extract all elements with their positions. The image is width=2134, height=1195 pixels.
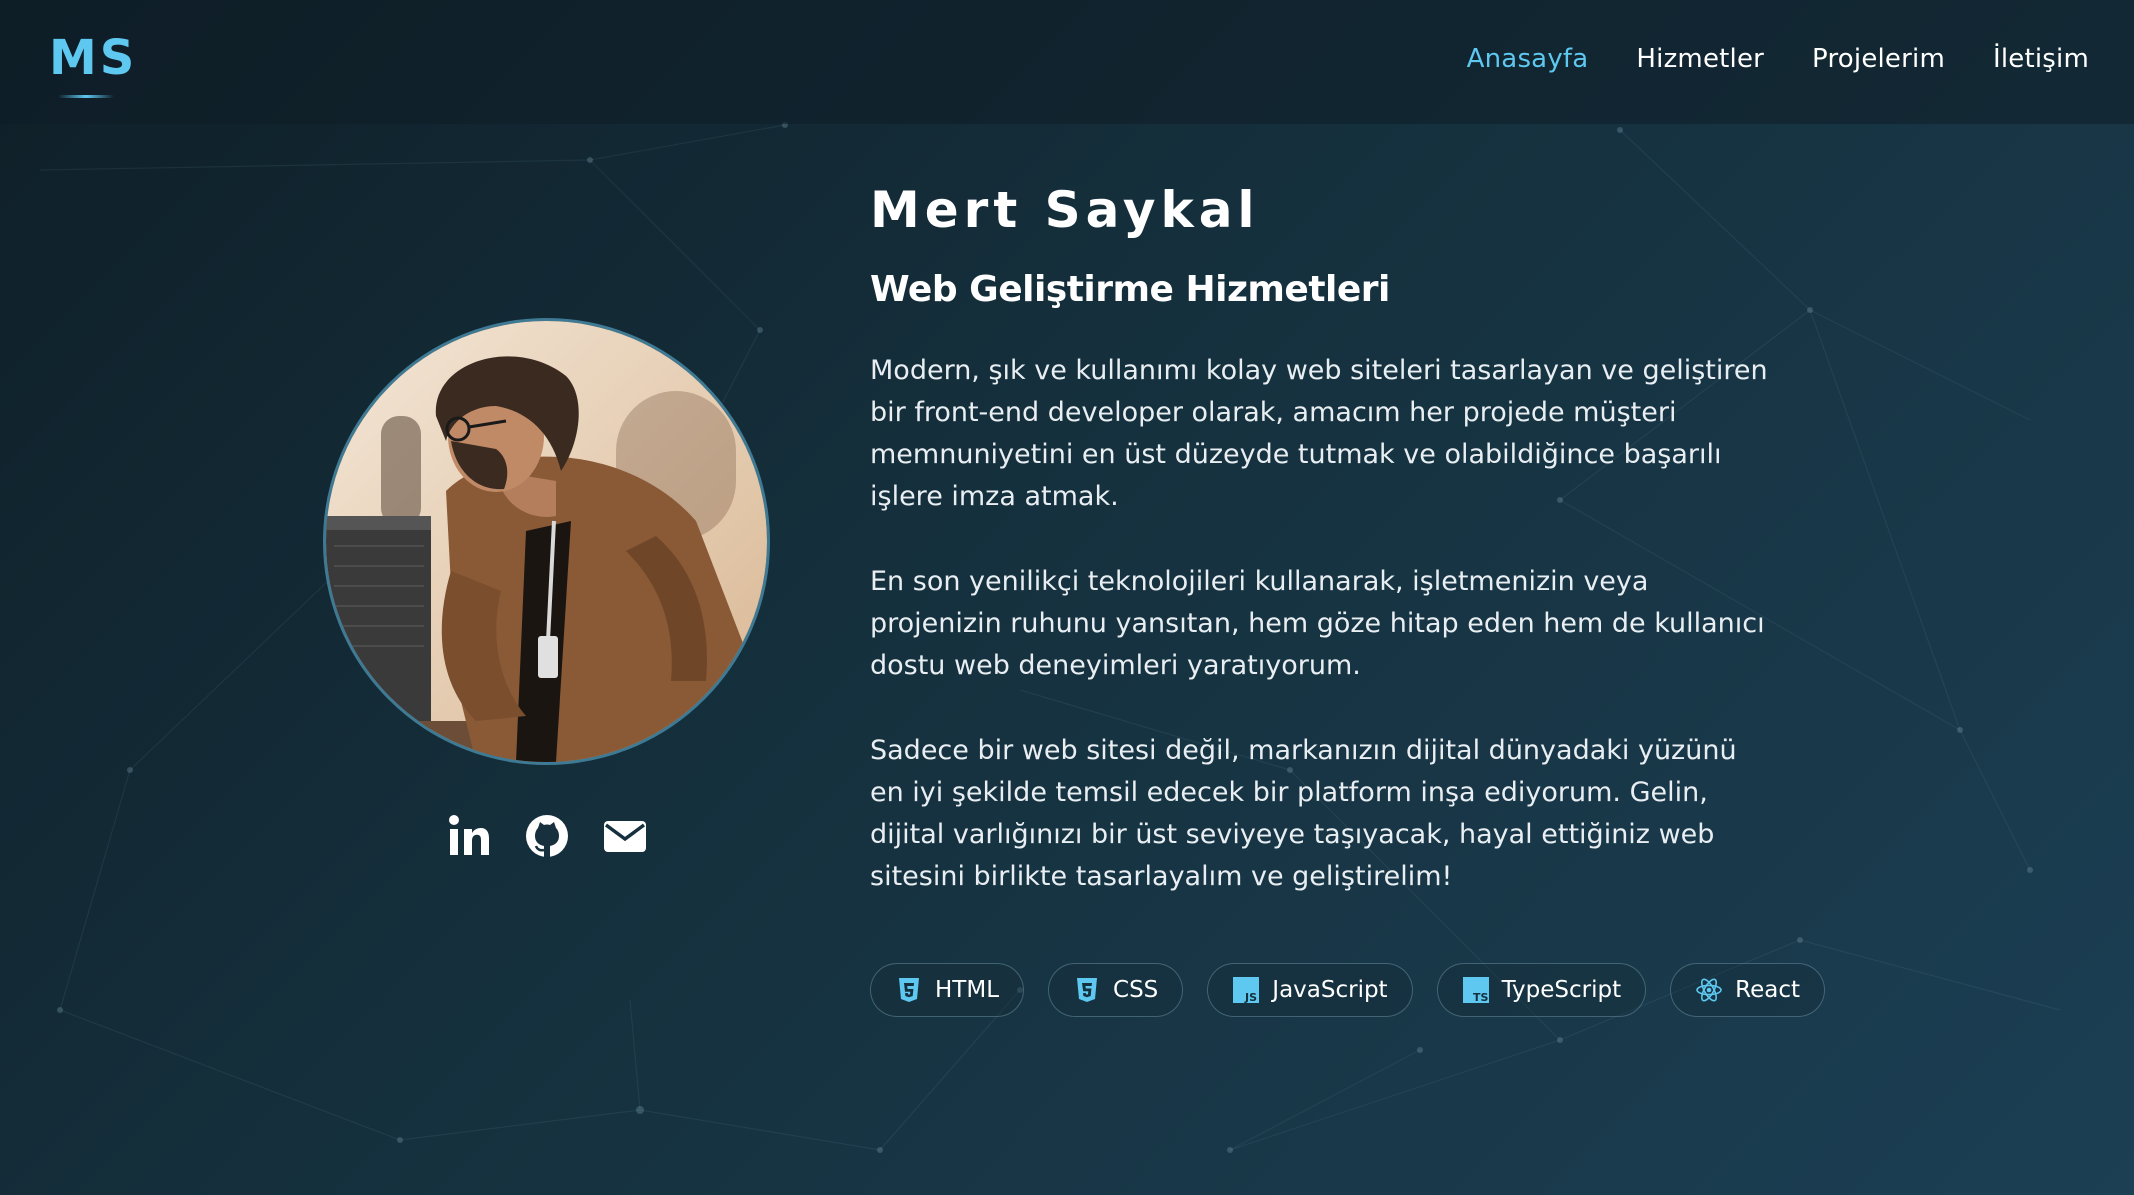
navbar: MS Anasayfa Hizmetler Projelerim İletişi… — [0, 0, 2134, 124]
skill-label-javascript: JavaScript — [1272, 977, 1388, 1003]
javascript-icon: JS — [1233, 977, 1260, 1004]
site-logo[interactable]: MS — [49, 30, 137, 86]
nav-link-projelerim[interactable]: Projelerim — [1812, 44, 1945, 74]
mail-icon[interactable] — [603, 814, 647, 858]
skill-label-react: React — [1735, 977, 1800, 1003]
logo-underline — [58, 95, 114, 98]
main-nav: Anasayfa Hizmetler Projelerim İletişim — [1467, 44, 2089, 74]
hero-paragraph-3: Sadece bir web sitesi değil, markanızın … — [870, 735, 1737, 892]
linkedin-icon[interactable] — [447, 814, 491, 858]
nav-link-anasayfa[interactable]: Anasayfa — [1467, 44, 1589, 74]
hero-content: Mert Saykal Web Geliştirme Hizmetleri Mo… — [870, 180, 1800, 898]
nav-link-hizmetler[interactable]: Hizmetler — [1636, 44, 1764, 74]
skill-label-css: CSS — [1113, 977, 1159, 1003]
hero-paragraph-1: Modern, şık ve kullanımı kolay web sitel… — [870, 355, 1768, 512]
html5-icon — [899, 978, 919, 1002]
skill-label-typescript: TypeScript — [1501, 977, 1622, 1003]
hero-subtitle: Web Geliştirme Hizmetleri — [870, 269, 1390, 310]
social-links — [447, 814, 647, 858]
skill-chip-javascript: JS JavaScript — [1207, 963, 1413, 1017]
svg-text:TS: TS — [1473, 991, 1489, 1004]
react-icon — [1696, 978, 1722, 1002]
nav-link-iletisim[interactable]: İletişim — [1993, 44, 2089, 74]
css3-icon — [1077, 978, 1098, 1002]
skill-chip-css: CSS — [1048, 963, 1184, 1017]
hero-paragraph-2: En son yenilikçi teknolojileri kullanara… — [870, 566, 1765, 681]
skill-chip-react: React — [1670, 963, 1825, 1017]
skill-chip-html: HTML — [870, 963, 1025, 1017]
hero-name: Mert Saykal — [870, 181, 1260, 239]
github-icon[interactable] — [525, 814, 569, 858]
profile-photo — [323, 318, 770, 765]
typescript-icon: TS — [1462, 977, 1489, 1004]
skill-chip-typescript: TS TypeScript — [1436, 963, 1647, 1017]
skill-label-html: HTML — [935, 977, 1000, 1003]
svg-text:JS: JS — [1244, 991, 1257, 1004]
skills-list: HTML CSS JS JavaScript TS TypeScript Rea… — [870, 963, 1825, 1017]
